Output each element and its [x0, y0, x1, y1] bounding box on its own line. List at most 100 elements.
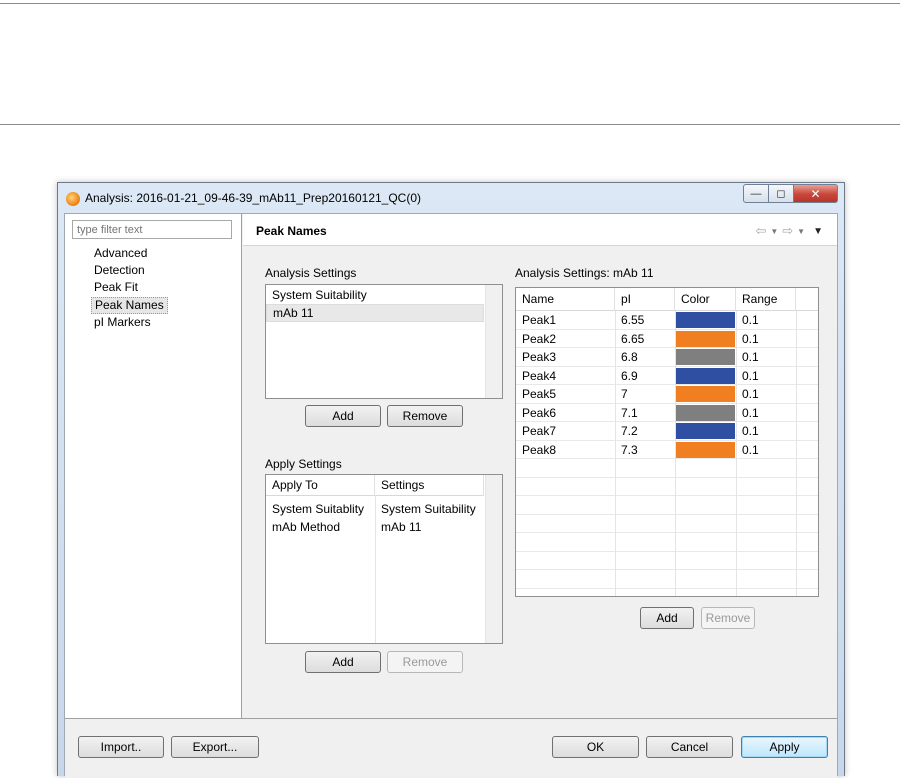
grid-line	[516, 515, 818, 533]
window-controls: — ◻ ✕	[743, 184, 838, 203]
peak-range-cell: 0.1	[742, 424, 759, 438]
ok-button[interactable]: OK	[552, 736, 639, 758]
table-row[interactable]: Peak8 7.3 0.1	[516, 441, 818, 460]
table-row[interactable]: System Suitablity System Suitability	[266, 500, 484, 518]
peak-name-cell: Peak5	[522, 387, 557, 401]
peak-pi-cell: 7.1	[621, 405, 638, 420]
view-menu-icon[interactable]: ▼	[813, 226, 823, 237]
window-title: Analysis: 2016-01-21_09-46-39_mAb11_Prep…	[85, 191, 421, 205]
column-header-range[interactable]: Range	[736, 288, 796, 311]
nav-item-detection[interactable]: Detection	[91, 262, 168, 279]
middle-divider	[0, 124, 900, 125]
list-item[interactable]: mAb 11	[266, 304, 484, 322]
analysis-add-button[interactable]: Add	[305, 405, 381, 427]
peak-color-swatch[interactable]	[676, 312, 735, 328]
peak-pi-cell: 6.8	[621, 350, 638, 364]
vertical-scrollbar[interactable]	[485, 475, 502, 643]
table-row[interactable]: Peak2 6.65 0.1	[516, 330, 818, 349]
peak-pi-cell: 6.65	[621, 331, 645, 346]
apply-to-cell: System Suitablity	[272, 502, 365, 516]
nav-item-peak-fit[interactable]: Peak Fit	[91, 279, 168, 296]
grid-line	[516, 496, 818, 515]
minimize-icon[interactable]: —	[743, 184, 769, 203]
page-navigation: ⇦ ▼ ⇨ ▼ ▼	[751, 223, 823, 239]
peak-color-swatch[interactable]	[676, 441, 735, 458]
apply-to-cell: mAb Method	[272, 520, 341, 534]
peak-name-cell: Peak1	[522, 313, 557, 327]
grid-line	[516, 552, 818, 570]
peak-pi-cell: 6.9	[621, 368, 638, 383]
peak-color-swatch[interactable]	[676, 423, 735, 439]
title-bar[interactable]: Analysis: 2016-01-21_09-46-39_mAb11_Prep…	[58, 183, 844, 213]
peak-range-cell: 0.1	[742, 442, 759, 457]
back-arrow-icon[interactable]: ⇦	[755, 223, 766, 239]
column-header-settings[interactable]: Settings	[375, 475, 484, 496]
dialog-button-bar: Import.. Export... OK Cancel Apply	[65, 718, 837, 778]
table-row[interactable]: Peak6 7.1 0.1	[516, 404, 818, 423]
peak-name-cell: Peak4	[522, 368, 557, 383]
peak-range-cell: 0.1	[742, 368, 759, 383]
back-dropdown-icon[interactable]: ▼	[770, 227, 778, 236]
export-button[interactable]: Export...	[171, 736, 259, 758]
peak-color-swatch[interactable]	[676, 349, 735, 365]
forward-dropdown-icon[interactable]: ▼	[797, 227, 805, 236]
apply-remove-button[interactable]: Remove	[387, 651, 463, 673]
table-row[interactable]: Peak5 7 0.1	[516, 385, 818, 404]
page-header: Peak Names ⇦ ▼ ⇨ ▼ ▼	[243, 214, 837, 246]
column-header-color[interactable]: Color	[675, 288, 736, 311]
column-header-apply-to[interactable]: Apply To	[266, 475, 375, 496]
apply-settings-label: Apply Settings	[265, 457, 342, 471]
cancel-button[interactable]: Cancel	[646, 736, 733, 758]
peak-name-cell: Peak7	[522, 424, 557, 438]
analysis-remove-button[interactable]: Remove	[387, 405, 463, 427]
column-header-pi[interactable]: pI	[615, 288, 675, 311]
peak-name-cell: Peak8	[522, 442, 557, 457]
table-header: Name pI Color Range	[516, 288, 818, 311]
analysis-settings-label: Analysis Settings	[265, 266, 357, 280]
peak-name-cell: Peak3	[522, 350, 557, 364]
table-row[interactable]: Peak3 6.8 0.1	[516, 348, 818, 367]
settings-cell: System Suitability	[381, 502, 476, 516]
peak-names-page: Peak Names ⇦ ▼ ⇨ ▼ ▼ Analysis Settings S…	[243, 214, 837, 718]
peak-settings-label: Analysis Settings: mAb 11	[515, 266, 654, 280]
close-icon[interactable]: ✕	[794, 184, 838, 203]
peak-range-cell: 0.1	[742, 350, 759, 364]
preference-nav: Advanced Detection Peak Fit Peak Names p…	[65, 214, 242, 718]
analysis-dialog: Analysis: 2016-01-21_09-46-39_mAb11_Prep…	[57, 182, 845, 778]
peak-names-table[interactable]: Name pI Color Range Peak1 6.55 0.1 Peak2 6.6…	[515, 287, 819, 597]
apply-button[interactable]: Apply	[741, 736, 828, 758]
peak-color-swatch[interactable]	[676, 386, 735, 402]
maximize-icon[interactable]: ◻	[769, 184, 794, 203]
peak-pi-cell: 7.3	[621, 442, 638, 457]
table-row[interactable]: mAb Method mAb 11	[266, 518, 484, 536]
forward-arrow-icon[interactable]: ⇨	[782, 223, 793, 239]
apply-add-button[interactable]: Add	[305, 651, 381, 673]
list-item[interactable]: System Suitability	[266, 286, 484, 304]
peak-name-cell: Peak2	[522, 331, 557, 346]
table-row[interactable]: Peak1 6.55 0.1	[516, 311, 818, 330]
filter-input[interactable]	[72, 220, 232, 239]
nav-item-pi-markers[interactable]: pI Markers	[91, 314, 168, 331]
peak-color-swatch[interactable]	[676, 404, 735, 421]
column-header-name[interactable]: Name	[516, 288, 615, 311]
vertical-scrollbar[interactable]	[485, 285, 502, 398]
page-title: Peak Names	[256, 224, 327, 238]
import-button[interactable]: Import..	[78, 736, 164, 758]
nav-item-peak-names[interactable]: Peak Names	[91, 296, 168, 314]
apply-settings-table[interactable]: Apply To Settings System Suitablity Syst…	[265, 474, 503, 644]
peak-remove-button[interactable]: Remove	[701, 607, 755, 629]
table-row[interactable]: Peak4 6.9 0.1	[516, 367, 818, 386]
peak-color-swatch[interactable]	[676, 330, 735, 347]
nav-item-advanced[interactable]: Advanced	[91, 245, 168, 262]
peak-pi-cell: 6.55	[621, 313, 645, 327]
peak-pi-cell: 7	[621, 387, 628, 401]
analysis-settings-list[interactable]: System Suitability mAb 11	[265, 284, 503, 399]
app-icon	[66, 192, 80, 206]
table-row[interactable]: Peak7 7.2 0.1	[516, 422, 818, 441]
top-divider	[0, 3, 900, 4]
peak-range-cell: 0.1	[742, 313, 759, 327]
peak-color-swatch[interactable]	[676, 367, 735, 384]
peak-add-button[interactable]: Add	[640, 607, 694, 629]
grid-line	[516, 478, 818, 496]
grid-line	[516, 570, 818, 589]
